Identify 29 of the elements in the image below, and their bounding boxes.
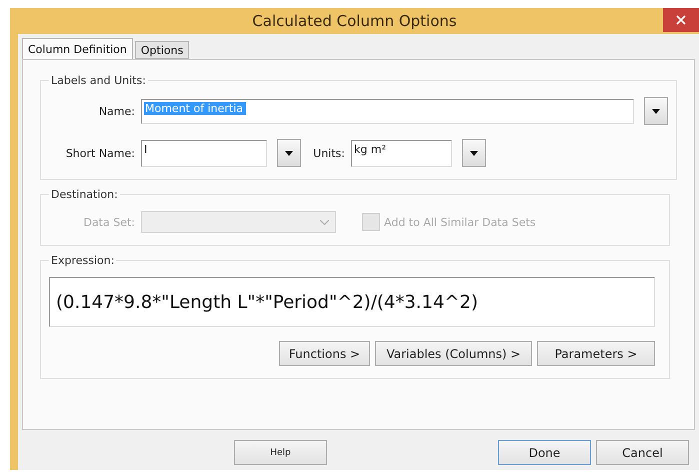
close-icon <box>676 15 686 25</box>
close-button[interactable] <box>663 8 699 32</box>
caret-down-icon <box>285 150 293 156</box>
group-title: Destination: <box>50 188 119 201</box>
window-title: Calculated Column Options <box>252 12 457 30</box>
field-label: Name: <box>98 104 135 118</box>
checkbox-label: Add to All Similar Data Sets <box>384 216 536 228</box>
field-label: Units: <box>312 146 345 160</box>
tab[interactable]: Options <box>134 41 190 59</box>
group-title: Expression: <box>50 254 116 267</box>
dropdown-button[interactable] <box>644 97 668 125</box>
chevron-down-icon <box>320 220 329 224</box>
dialog-button[interactable]: Done <box>498 440 591 465</box>
dropdown-button[interactable] <box>277 139 301 167</box>
short-name-field[interactable]: I <box>141 140 267 166</box>
help-button[interactable]: Help <box>234 440 327 465</box>
insert-button[interactable]: Variables (Columns) > <box>375 341 532 366</box>
group-title: Labels and Units: <box>50 74 147 87</box>
field-label: Short Name: <box>64 146 135 160</box>
dropdown-button[interactable] <box>462 139 486 167</box>
dialog-button[interactable]: Cancel <box>596 440 689 465</box>
units-field[interactable]: kg m² <box>351 140 452 166</box>
tab[interactable]: Column Definition <box>22 38 133 59</box>
insert-button[interactable]: Parameters > <box>537 341 655 366</box>
expression-field[interactable]: (0.147*9.8*"Length L"*"Period"^2)/(4*3.14^2) <box>49 277 655 327</box>
caret-down-icon <box>652 108 660 114</box>
insert-button[interactable]: Functions > <box>279 341 370 366</box>
field-label: Data Set: <box>82 216 135 228</box>
caret-down-icon <box>470 150 478 156</box>
